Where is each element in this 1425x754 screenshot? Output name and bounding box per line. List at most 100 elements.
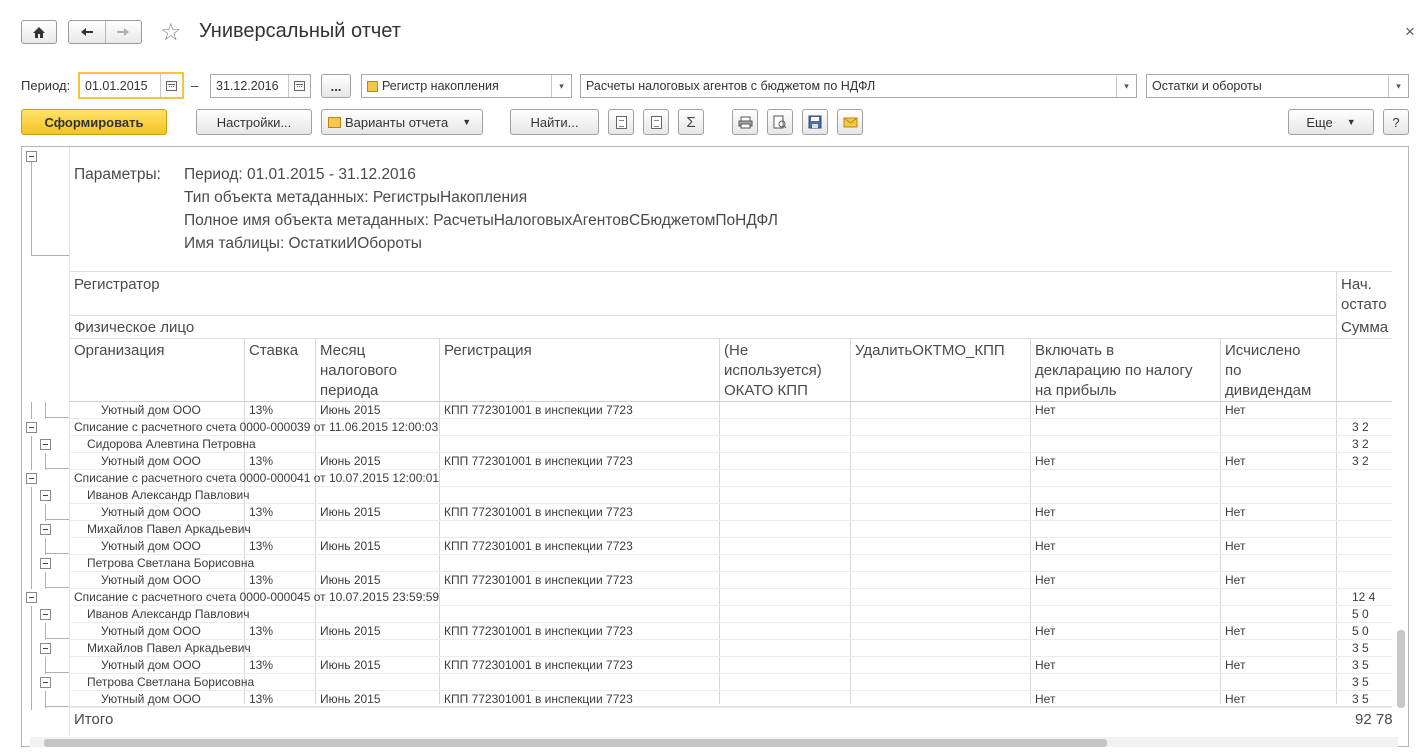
group-bracket [31, 453, 32, 470]
expand-groups-button[interactable] [608, 109, 634, 135]
more-button[interactable]: Еще ▼ [1288, 109, 1374, 135]
arrow-right-icon [117, 28, 130, 36]
source-object-select[interactable]: Расчеты налоговых агентов с бюджетом по … [580, 74, 1137, 98]
generate-button[interactable]: Сформировать [21, 109, 167, 135]
cell-rate: 13% [249, 505, 274, 519]
save-button[interactable] [802, 109, 828, 135]
collapse-toggle[interactable] [26, 473, 37, 484]
period-to-value: 31.12.2016 [216, 79, 279, 93]
find-button[interactable]: Найти... [510, 109, 599, 135]
group-bracket [31, 640, 32, 657]
collapse-toggle[interactable] [40, 558, 51, 569]
cell-month: Июнь 2015 [320, 539, 381, 553]
collapse-toggle[interactable] [40, 490, 51, 501]
cell-rate: 13% [249, 454, 274, 468]
header-opening: Нач. остато [1341, 275, 1393, 315]
vertical-scrollbar[interactable] [1397, 630, 1405, 708]
expand-groups-icon [615, 115, 627, 129]
collapse-toggle[interactable] [40, 609, 51, 620]
group-bracket [45, 672, 69, 673]
collapse-groups-button[interactable] [643, 109, 669, 135]
cell-registration: КПП 772301001 в инспекции 7723 [444, 539, 633, 553]
source-type-value: Регистр накопления [382, 79, 499, 93]
period-from-value: 01.01.2015 [85, 78, 148, 93]
forward-button[interactable] [104, 21, 142, 43]
calendar-to-button[interactable] [288, 75, 310, 97]
total-divider [70, 706, 1392, 707]
sum-button[interactable]: Σ [678, 109, 704, 135]
cell-amount: 5 0 [1352, 607, 1369, 621]
print-button[interactable] [732, 109, 758, 135]
cell-calc-div: Нет [1225, 403, 1246, 417]
period-from-field[interactable]: 01.01.2015 [78, 72, 184, 99]
calendar-icon [294, 81, 305, 91]
cell-include-decl: Нет [1035, 539, 1056, 553]
collapse-toggle[interactable] [40, 439, 51, 450]
cell-month: Июнь 2015 [320, 624, 381, 638]
group-bracket [31, 538, 32, 555]
document-row[interactable]: Списание с расчетного счета 0000-000045 … [74, 589, 439, 606]
source-type-select[interactable]: Регистр накопления ▾ [361, 74, 572, 98]
person-row[interactable]: Михайлов Павел Аркадьевич [87, 640, 251, 657]
period-choose-button[interactable]: ... [321, 74, 351, 98]
help-button[interactable]: ? [1383, 109, 1409, 135]
person-row[interactable]: Иванов Александр Павлович [87, 606, 249, 623]
cell-rate: 13% [249, 658, 274, 672]
cell-month: Июнь 2015 [320, 573, 381, 587]
chevron-down-icon[interactable]: ▾ [551, 75, 571, 97]
close-button[interactable]: × [1405, 22, 1415, 42]
cell-org: Уютный дом ООО [101, 539, 201, 553]
header-divider [70, 315, 1337, 316]
group-bracket [45, 553, 69, 554]
header-include-decl-line: декларацию по налогу [1035, 362, 1193, 379]
back-button[interactable] [69, 21, 105, 43]
header-registration: Регистрация [444, 342, 532, 359]
collapse-toggle[interactable] [26, 422, 37, 433]
document-row[interactable]: Списание с расчетного счета 0000-000041 … [74, 470, 439, 487]
group-bracket [31, 504, 32, 521]
period-to-field[interactable]: 31.12.2016 [210, 74, 311, 98]
preview-button[interactable] [767, 109, 793, 135]
person-row[interactable]: Иванов Александр Павлович [87, 487, 249, 504]
settings-button[interactable]: Настройки... [196, 109, 312, 135]
more-label: Еще [1306, 114, 1333, 130]
group-bracket [45, 638, 69, 639]
group-bracket [45, 417, 69, 418]
column-divider [719, 339, 720, 704]
cell-month: Июнь 2015 [320, 403, 381, 417]
header-calc-div-line: Исчислено [1225, 342, 1301, 359]
send-email-button[interactable] [837, 109, 863, 135]
total-label: Итого [74, 711, 114, 728]
cell-amount: 12 4 [1352, 590, 1376, 604]
collapse-toggle[interactable] [40, 524, 51, 535]
source-table-select[interactable]: Остатки и обороты ▾ [1146, 74, 1409, 98]
report-variants-button[interactable]: Варианты отчета ▼ [321, 109, 483, 135]
chevron-down-icon[interactable]: ▾ [1388, 75, 1408, 97]
home-icon [33, 26, 45, 38]
header-include-decl: Включать в декларацию по налогу на прибы… [1035, 341, 1193, 401]
star-icon[interactable]: ☆ [160, 18, 182, 47]
calendar-from-button[interactable] [160, 74, 182, 97]
cell-include-decl: Нет [1035, 624, 1056, 638]
group-bracket [31, 255, 69, 256]
param-line: Период: 01.01.2015 - 31.12.2016 [184, 166, 416, 183]
header-opening-line: остато [1341, 296, 1387, 313]
header-month-line: периода [320, 382, 379, 399]
column-divider [439, 339, 440, 704]
collapse-toggle[interactable] [26, 151, 37, 162]
horizontal-scrollbar[interactable] [44, 739, 1107, 747]
cell-calc-div: Нет [1225, 658, 1246, 672]
collapse-toggle[interactable] [40, 643, 51, 654]
home-button[interactable] [21, 20, 57, 44]
cell-registration: КПП 772301001 в инспекции 7723 [444, 403, 633, 417]
person-row[interactable]: Петрова Светлана Борисовна [87, 674, 254, 691]
collapse-toggle[interactable] [40, 677, 51, 688]
person-row[interactable]: Михайлов Павел Аркадьевич [87, 521, 251, 538]
group-bracket [31, 606, 32, 623]
group-bracket [31, 521, 32, 538]
chevron-down-icon[interactable]: ▾ [1116, 75, 1136, 97]
person-row[interactable]: Петрова Светлана Борисовна [87, 555, 254, 572]
person-row[interactable]: Сидорова Алевтина Петровна [87, 436, 256, 453]
document-row[interactable]: Списание с расчетного счета 0000-000039 … [74, 419, 438, 436]
collapse-toggle[interactable] [26, 592, 37, 603]
